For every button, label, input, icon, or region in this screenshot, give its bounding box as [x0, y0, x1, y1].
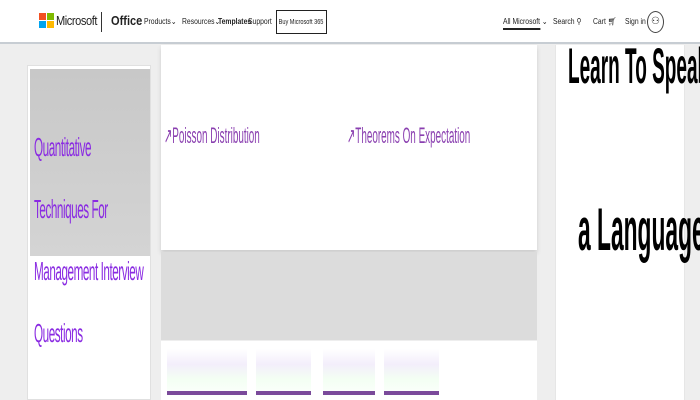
cart-button[interactable]: Cart 🛒︎	[593, 17, 616, 26]
cart-label: Cart	[593, 17, 606, 26]
avatar-icon[interactable]: ⚇	[647, 11, 664, 33]
microsoft-logo-icon[interactable]	[39, 13, 54, 28]
nav-label: Resources	[182, 17, 215, 26]
external-link-icon: ↗	[347, 123, 356, 148]
nav-label: Products	[144, 17, 171, 26]
buy-label: Buy Microsoft 365	[279, 18, 324, 26]
buy-microsoft-365-button[interactable]: Buy Microsoft 365	[276, 10, 327, 34]
tile[interactable]	[256, 349, 311, 400]
chevron-down-icon: ⌄	[170, 17, 177, 26]
related-links-panel: ↗Poisson Distribution ↗Theorems On Expec…	[161, 45, 537, 250]
search-icon: ⚲	[576, 17, 582, 26]
link-label: Poisson Distribution	[172, 123, 260, 148]
tile[interactable]	[323, 349, 375, 400]
office-link[interactable]: Office	[111, 13, 142, 28]
external-link-icon: ↗	[164, 123, 173, 148]
content-placeholder	[161, 252, 537, 340]
nav-support[interactable]: Support	[248, 17, 272, 26]
ad-headline: Learn To Speak	[568, 38, 700, 94]
brand-name[interactable]: Microsoft	[56, 13, 97, 28]
search-label: Search	[553, 17, 575, 26]
all-microsoft-menu[interactable]: All Microsoft ⌄	[503, 17, 548, 30]
chevron-down-icon: ⌄	[541, 17, 548, 26]
sidebar-title-link[interactable]: Quantitative Techniques For Management I…	[34, 116, 147, 364]
tile[interactable]	[384, 349, 439, 400]
link-theorems-on-expectation[interactable]: ↗Theorems On Expectation	[347, 123, 470, 149]
tile[interactable]	[167, 349, 247, 400]
nav-templates[interactable]: Templates	[218, 17, 251, 26]
nav-products[interactable]: Products⌄	[144, 17, 177, 26]
ad-panel[interactable]: Learn To Speak a Language	[555, 38, 700, 400]
sign-in-link[interactable]: Sign in	[625, 17, 646, 26]
link-label: Theorems On Expectation	[355, 123, 471, 148]
all-microsoft-label: All Microsoft	[503, 17, 541, 30]
nav-resources[interactable]: Resources⌄	[182, 17, 220, 26]
divider	[101, 12, 102, 32]
cart-icon: 🛒︎	[607, 17, 617, 26]
ad-subheadline: a Language	[578, 196, 700, 263]
sidebar-card: Quantitative Techniques For Management I…	[27, 65, 151, 400]
search-button[interactable]: Search ⚲	[553, 17, 581, 26]
tiles-row	[161, 341, 537, 400]
link-poisson-distribution[interactable]: ↗Poisson Distribution	[164, 123, 260, 149]
